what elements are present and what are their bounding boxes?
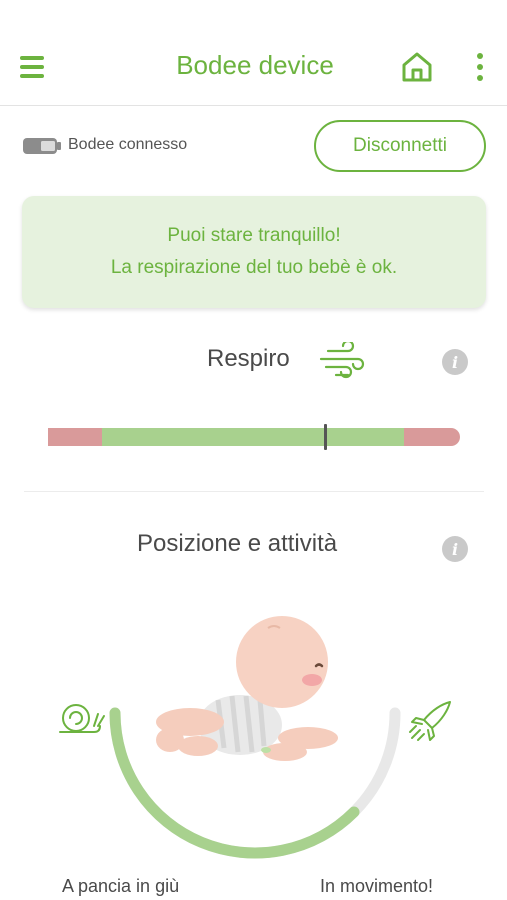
connection-status: Bodee connesso: [22, 132, 322, 160]
wind-icon: [319, 342, 365, 379]
home-icon[interactable]: [400, 50, 434, 84]
battery-icon: [23, 138, 61, 154]
section-divider: [24, 491, 484, 492]
activity-label: In movimento!: [320, 876, 434, 896]
activity-gauge: [59, 616, 451, 859]
disconnect-button[interactable]: Disconnetti: [314, 120, 486, 172]
alert-line-1: Puoi stare tranquillo!: [167, 225, 341, 246]
app-bar: Bodee device: [0, 0, 507, 106]
baby-illustration: [156, 616, 338, 761]
breathing-low-zone: [48, 428, 102, 446]
kebab-menu-icon[interactable]: [470, 53, 490, 81]
breathing-info-icon[interactable]: i: [442, 349, 468, 375]
breathing-ok-alert: Puoi stare tranquillo! La respirazione d…: [22, 196, 486, 308]
breathing-high-zone: [404, 428, 460, 446]
hamburger-menu-icon[interactable]: [20, 56, 44, 78]
breathing-title: Respiro: [207, 345, 290, 372]
breathing-gauge: [48, 424, 460, 450]
breathing-normal-zone: [102, 428, 404, 446]
breathing-marker: [324, 424, 327, 450]
position-title: Posizione e attività: [137, 530, 338, 557]
page-title: Bodee device: [176, 50, 334, 80]
position-label: A pancia in giù: [62, 876, 180, 896]
rocket-icon: [409, 701, 451, 741]
snail-icon: [59, 704, 105, 733]
position-info-icon[interactable]: i: [442, 536, 468, 562]
connection-status-text: Bodee connesso: [68, 136, 188, 153]
alert-line-2: La respirazione del tuo bebè è ok.: [110, 257, 398, 278]
